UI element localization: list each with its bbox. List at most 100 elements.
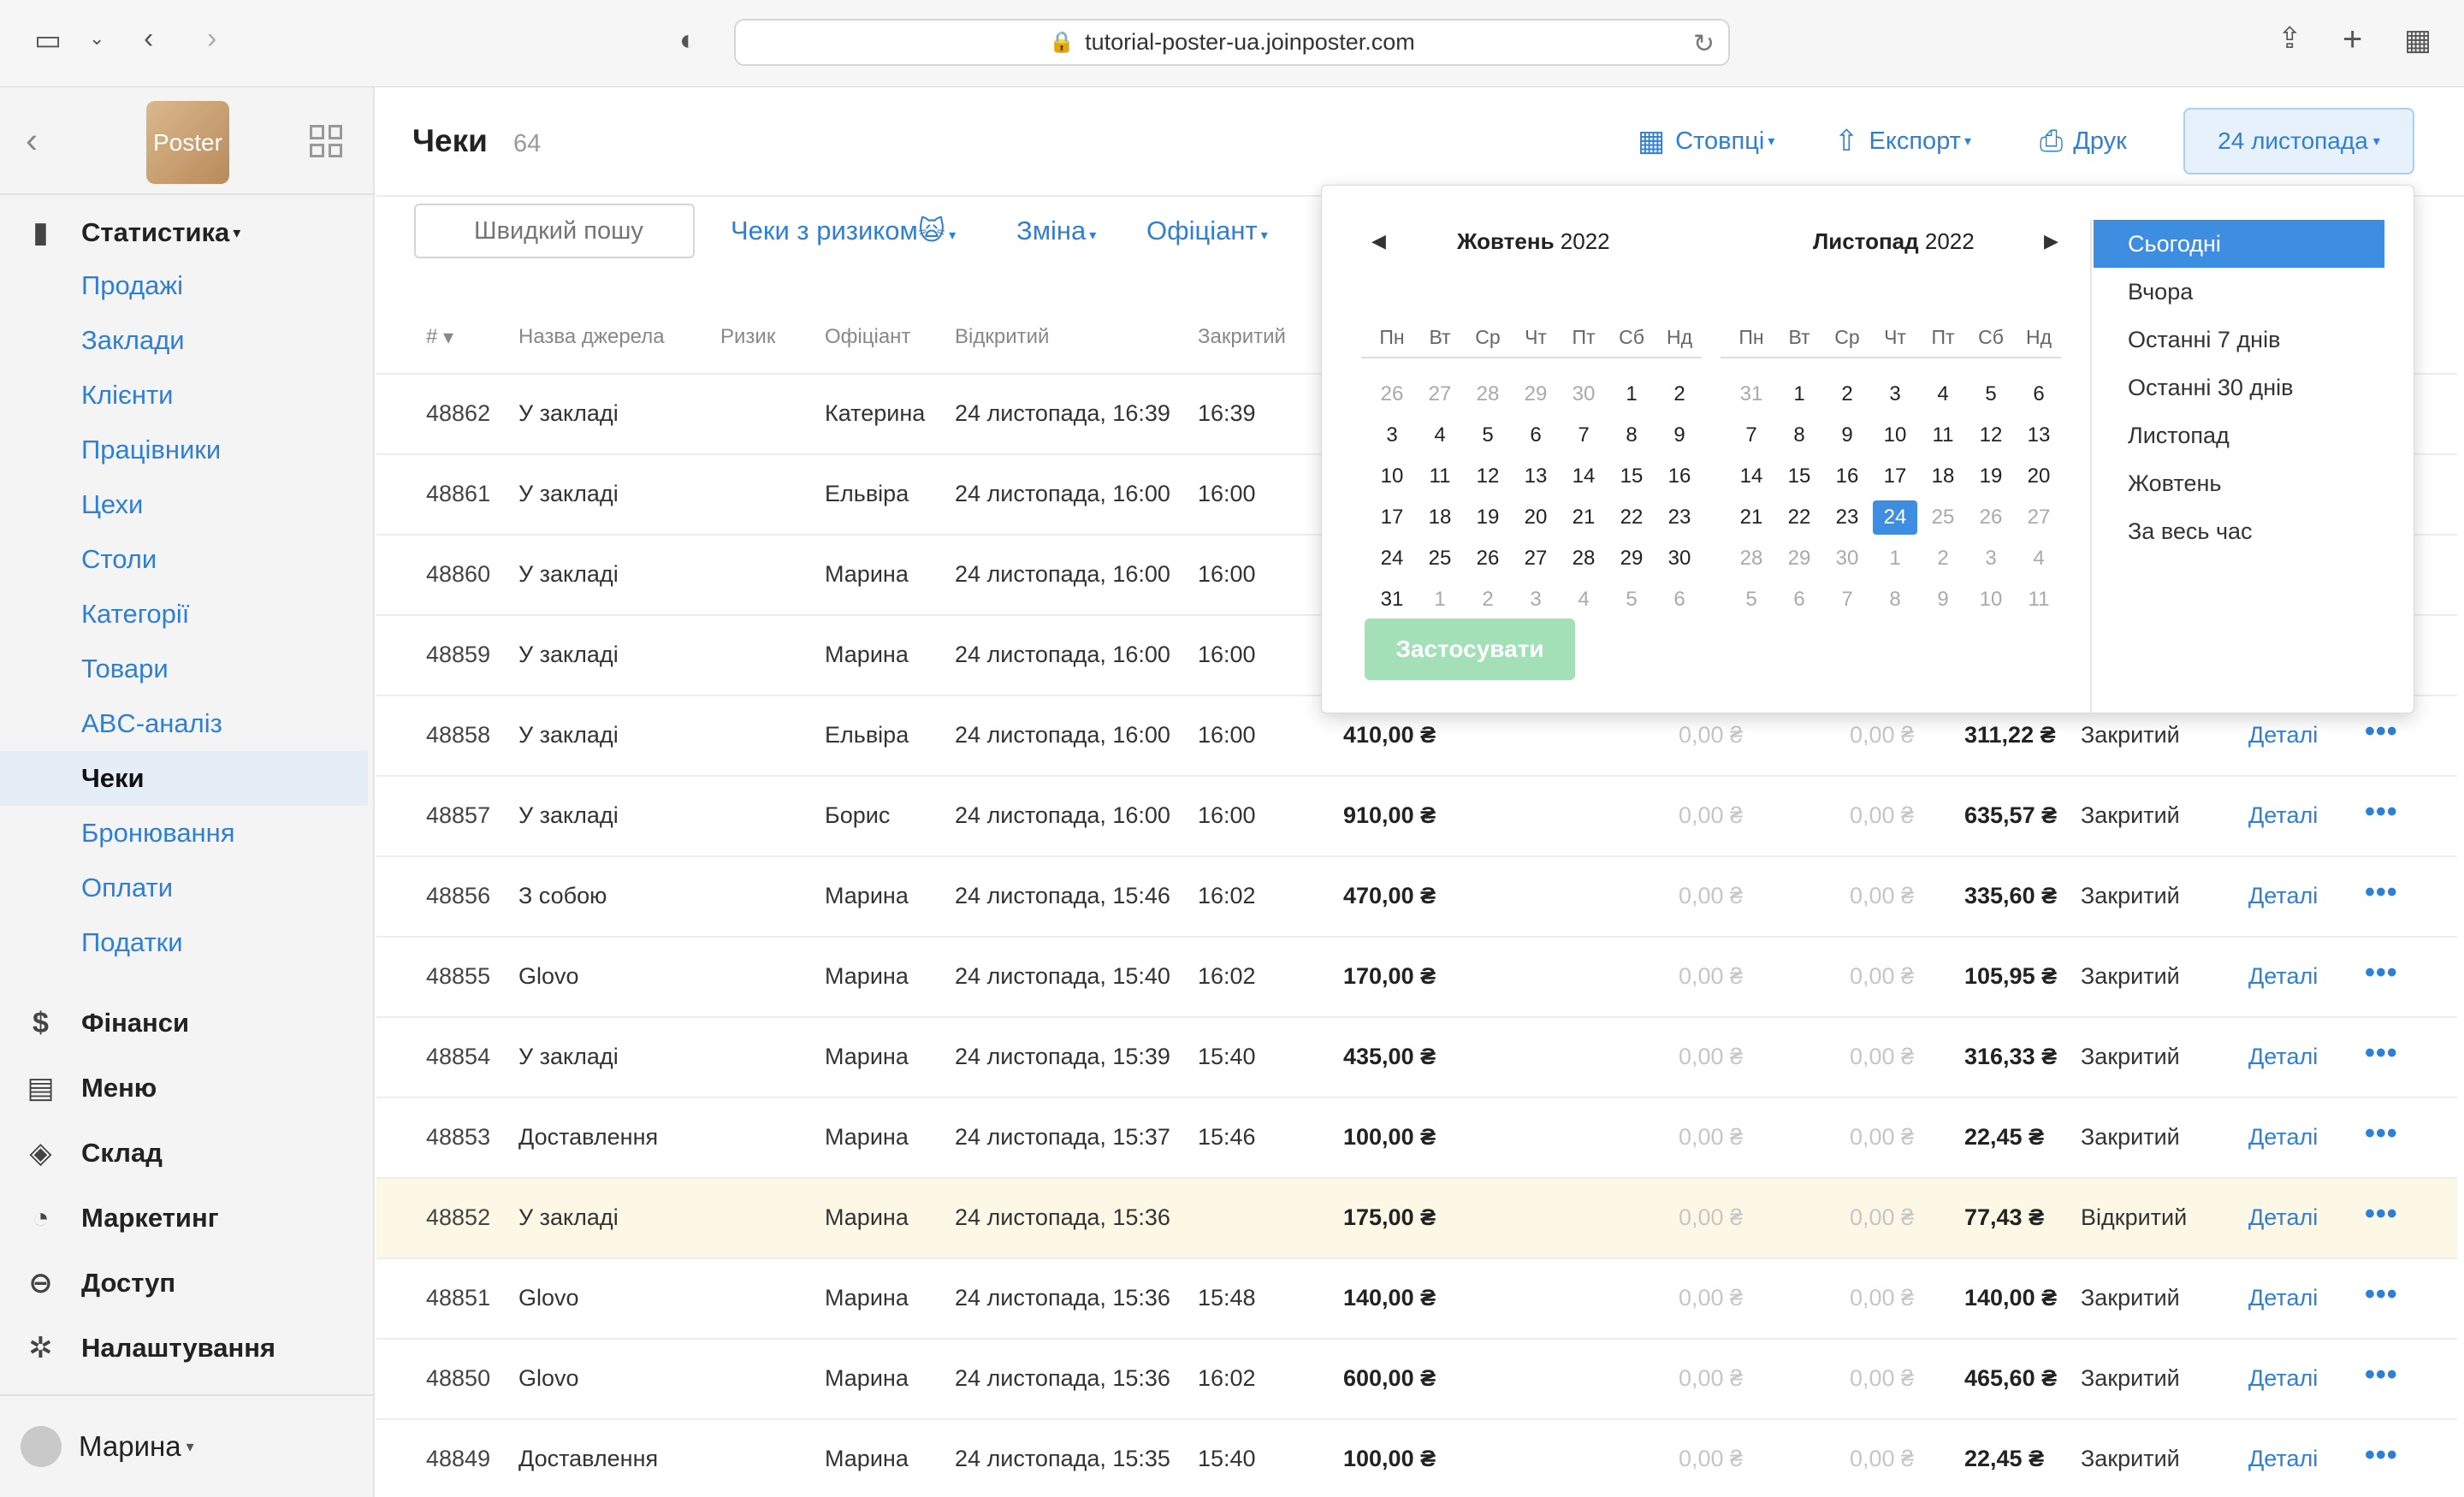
calendar-day[interactable]: 30 [1561,377,1606,411]
sidebar-section-5[interactable]: ⊖ Доступ [0,1257,375,1309]
calendar-day[interactable]: 22 [1609,500,1654,535]
calendar-day[interactable]: 27 [1513,541,1558,576]
calendar-day[interactable]: 26 [1370,377,1414,411]
column-header[interactable]: Ризик [720,325,775,349]
table-row[interactable]: 48855 Glovo Марина 24 листопада, 15:40 16:02… [376,936,2457,1016]
calendar-day[interactable]: 7 [1825,583,1869,617]
more-actions-icon[interactable]: ••• [2365,956,2398,990]
sidebar-item[interactable]: Клієнти [0,368,375,423]
logo[interactable]: Poster [146,101,229,184]
collapse-sidebar-icon[interactable]: ‹ [26,120,38,161]
calendar-day[interactable]: 17 [1370,500,1414,535]
prev-month-icon[interactable]: ◀ [1371,230,1386,252]
calendar-day[interactable]: 2 [1466,583,1510,617]
more-actions-icon[interactable]: ••• [2365,715,2398,748]
calendar-day[interactable]: 13 [2017,418,2061,453]
calendar-day[interactable]: 28 [1729,541,1774,576]
calendar-day[interactable]: 3 [1873,377,1917,411]
chevron-down-icon[interactable]: ⌄ [89,29,104,48]
calendar-day[interactable]: 20 [2017,459,2061,494]
sidebar-item[interactable]: Працівники [0,423,375,477]
new-tab-icon[interactable]: + [2343,22,2362,56]
calendar-day[interactable]: 21 [1729,500,1774,535]
calendar-day[interactable]: 21 [1561,500,1606,535]
export-button[interactable]: ⇧ Експорт ▾ [1834,120,1971,163]
calendar-day[interactable]: 31 [1370,583,1414,617]
calendar-day[interactable]: 2 [1825,377,1869,411]
details-link[interactable]: Деталі [2248,963,2318,990]
more-actions-icon[interactable]: ••• [2365,1358,2398,1392]
calendar-day[interactable]: 6 [1513,418,1558,453]
calendar-day[interactable]: 3 [1370,418,1414,453]
forward-icon[interactable]: › [207,24,216,53]
sidebar-section-2[interactable]: ▤ Меню [0,1062,375,1114]
preset-option[interactable]: Жовтень [2094,459,2384,507]
print-button[interactable]: ⎙ Друк [2040,120,2127,163]
calendar-day[interactable]: 8 [1777,418,1821,453]
sidebar-item[interactable]: Чеки [0,751,368,806]
more-actions-icon[interactable]: ••• [2365,1439,2398,1472]
calendar-day[interactable]: 20 [1513,500,1558,535]
calendar-day[interactable]: 7 [1561,418,1606,453]
details-link[interactable]: Деталі [2248,1044,2318,1070]
calendar-day[interactable]: 5 [1969,377,2013,411]
details-link[interactable]: Деталі [2248,1204,2318,1231]
calendar-day[interactable]: 27 [2017,500,2061,535]
calendar-day[interactable]: 3 [1513,583,1558,617]
sidebar-item[interactable]: Податки [0,915,375,970]
calendar-day[interactable]: 12 [1466,459,1510,494]
sidebar-item[interactable]: Категорії [0,587,375,642]
calendar-day[interactable]: 14 [1729,459,1774,494]
calendar-day[interactable]: 11 [2017,583,2061,617]
more-actions-icon[interactable]: ••• [2365,1198,2398,1231]
table-row[interactable]: 48856 З собою Марина 24 листопада, 15:46 16:… [376,855,2457,936]
calendar-day[interactable]: 25 [1921,500,1965,535]
details-link[interactable]: Деталі [2248,1446,2318,1472]
calendar-day[interactable]: 24 [1370,541,1414,576]
sidebar-section-0[interactable]: ▮ Статистика ▾ [0,207,375,258]
calendar-day[interactable]: 11 [1418,459,1462,494]
calendar-day[interactable]: 1 [1777,377,1821,411]
sidebar-toggle-icon[interactable]: ▭ [34,26,62,55]
details-link[interactable]: Деталі [2248,883,2318,909]
calendar-day[interactable]: 18 [1418,500,1462,535]
calendar-day[interactable]: 4 [1921,377,1965,411]
calendar-day[interactable]: 19 [1969,459,2013,494]
calendar-day[interactable]: 8 [1873,583,1917,617]
calendar-day[interactable]: 26 [1466,541,1510,576]
table-row[interactable]: 48851 Glovo Марина 24 листопада, 15:36 15:48… [376,1257,2457,1338]
column-header[interactable]: Назва джерела [518,325,665,349]
waiter-filter[interactable]: Офіціант ▾ [1146,216,1268,246]
calendar-day[interactable]: 29 [1609,541,1654,576]
calendar-day[interactable]: 3 [1969,541,2013,576]
column-header[interactable]: Офіціант [825,325,910,349]
details-link[interactable]: Деталі [2248,722,2318,748]
calendar-day[interactable]: 23 [1657,500,1702,535]
sidebar-item[interactable]: Продажі [0,258,375,313]
calendar-day[interactable]: 1 [1418,583,1462,617]
next-month-icon[interactable]: ▶ [2044,230,2058,252]
shield-icon[interactable]: ◐ [679,26,697,55]
preset-option[interactable]: За весь час [2094,507,2384,555]
calendar-day[interactable]: 16 [1657,459,1702,494]
sidebar-item[interactable]: Заклади [0,313,375,368]
calendar-day[interactable]: 7 [1729,418,1774,453]
calendar-day[interactable]: 1 [1609,377,1654,411]
calendar-day[interactable]: 26 [1969,500,2013,535]
date-range-button[interactable]: 24 листопада ▾ [2183,108,2414,175]
calendar-day[interactable]: 10 [1873,418,1917,453]
calendar-day[interactable]: 22 [1777,500,1821,535]
calendar-day[interactable]: 9 [1657,418,1702,453]
details-link[interactable]: Деталі [2248,1124,2318,1151]
table-row[interactable]: 48857 У закладі Борис 24 листопада, 16:00 16… [376,775,2457,855]
preset-option[interactable]: Останні 7 днів [2094,316,2384,364]
details-link[interactable]: Деталі [2248,1285,2318,1311]
calendar-day[interactable]: 8 [1609,418,1654,453]
details-link[interactable]: Деталі [2248,802,2318,829]
calendar-day[interactable]: 23 [1825,500,1869,535]
calendar-day[interactable]: 6 [1777,583,1821,617]
sidebar-item[interactable]: Цехи [0,477,375,532]
calendar-day[interactable]: 13 [1513,459,1558,494]
calendar-day[interactable]: 4 [1561,583,1606,617]
calendar-day[interactable]: 9 [1825,418,1869,453]
